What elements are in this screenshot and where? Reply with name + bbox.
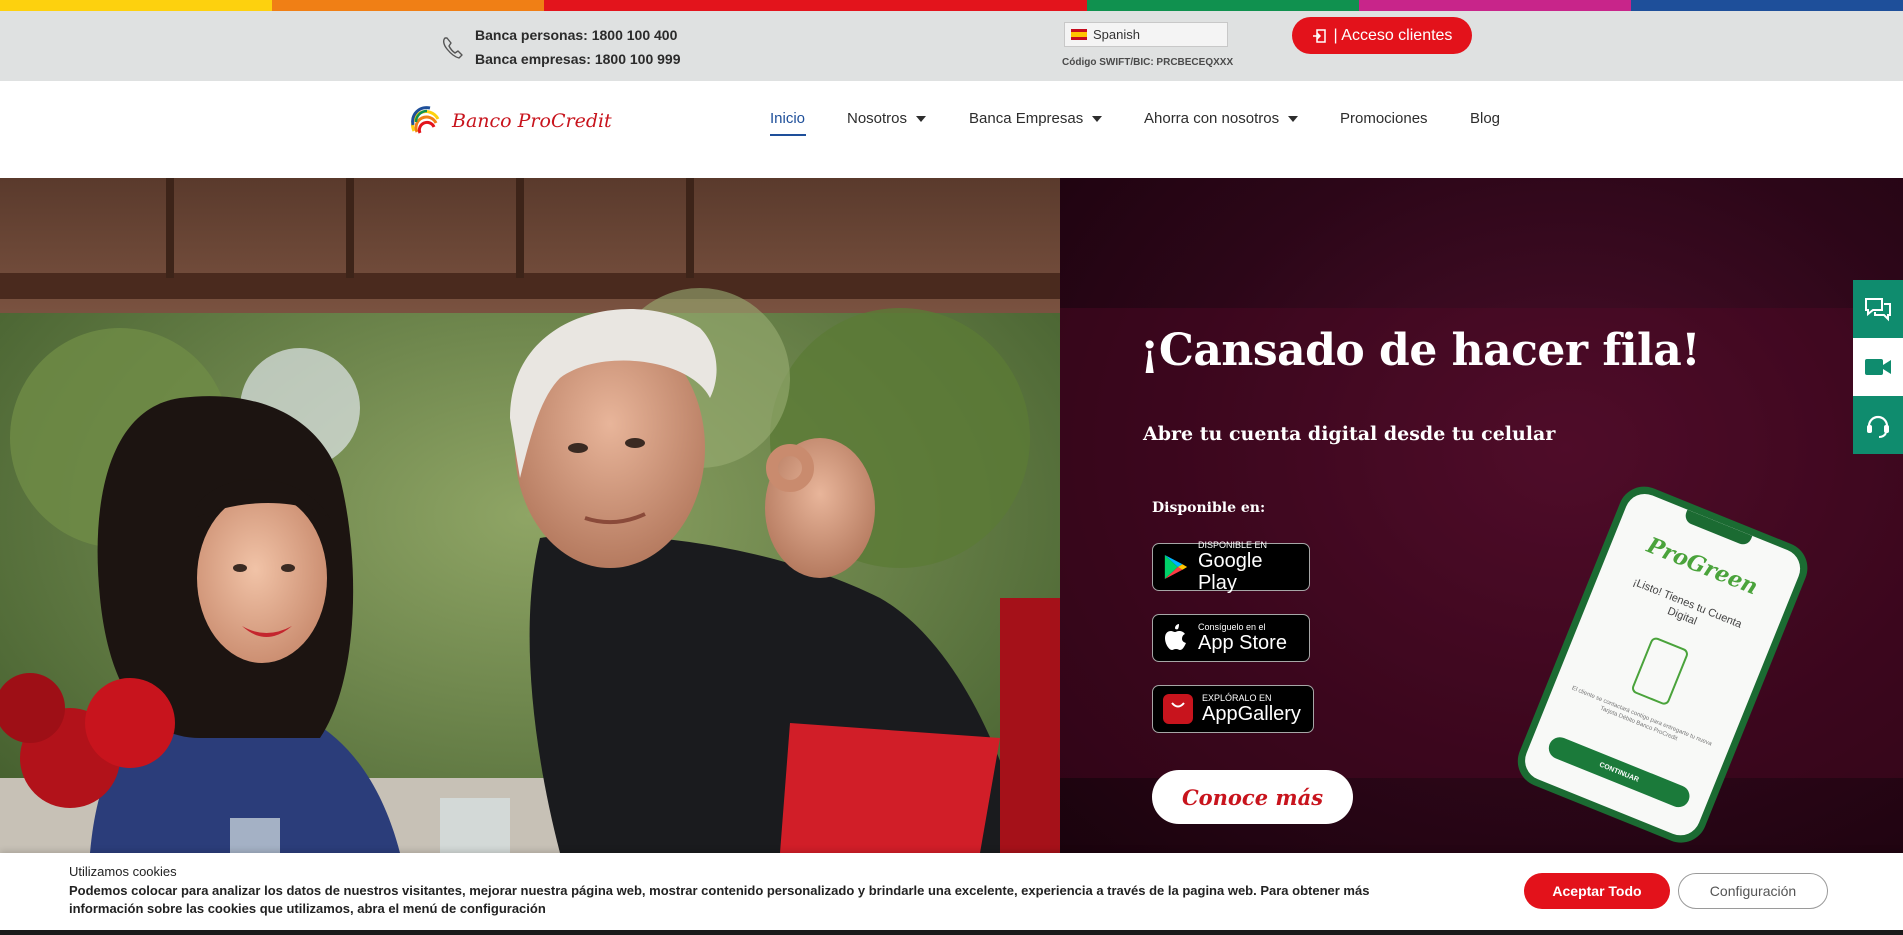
google-play-badge[interactable]: DISPONIBLE EN Google Play xyxy=(1152,540,1310,594)
learn-more-button[interactable]: Conoce más xyxy=(1152,770,1353,824)
phone-continue-button: CONTINUAR xyxy=(1545,733,1693,811)
support-widget-button[interactable] xyxy=(1853,396,1903,454)
nav-item-blog[interactable]: Blog xyxy=(1470,110,1500,127)
cookie-text: Podemos colocar para analizar los datos … xyxy=(69,883,1370,916)
cookie-title: Utilizamos cookies xyxy=(69,864,177,879)
available-label: Disponible en: xyxy=(1152,500,1266,516)
phone-illustration-icon xyxy=(1630,635,1690,707)
nav-label: Banca Empresas xyxy=(969,110,1084,127)
apple-icon xyxy=(1165,624,1186,650)
hero-banner: ¡Cansado de hacer fila! Abre tu cuenta d… xyxy=(0,178,1903,853)
badge-big-text: Google Play xyxy=(1197,550,1263,594)
nav-item-ahorra[interactable]: Ahorra con nosotros xyxy=(1144,110,1299,127)
caret-down-icon xyxy=(1092,115,1103,122)
phone-icon xyxy=(442,37,463,59)
cookie-config-button[interactable]: Configuración xyxy=(1678,873,1828,909)
nav-label: Blog xyxy=(1470,110,1501,127)
badge-small-text: Consíguelo en el xyxy=(1198,622,1266,632)
cookie-consent-bar: Utilizamos cookies Podemos colocar para … xyxy=(0,853,1903,930)
video-camera-icon xyxy=(1865,359,1891,375)
top-bar: Banca personas: 1800 100 400 Banca empre… xyxy=(0,11,1903,81)
nav-item-inicio[interactable]: Inicio xyxy=(770,110,805,127)
logo-text: Banco ProCredit xyxy=(452,110,612,132)
chat-widget-button[interactable] xyxy=(1853,280,1903,338)
headset-icon xyxy=(1867,415,1889,438)
video-call-button[interactable] xyxy=(1853,338,1903,396)
nav-label: Ahorra con nosotros xyxy=(1144,110,1280,127)
customers-photo-illustration xyxy=(0,178,1060,853)
bank-logo[interactable]: Banco ProCredit xyxy=(410,105,612,137)
caret-down-icon xyxy=(1288,115,1299,122)
badge-small-text: EXPLÓRALO EN xyxy=(1202,693,1272,703)
active-nav-indicator xyxy=(770,134,806,136)
login-icon xyxy=(1312,28,1326,43)
badge-big-text: App Store xyxy=(1198,632,1287,654)
nav-item-banca-empresas[interactable]: Banca Empresas xyxy=(969,110,1103,127)
phone-personas: Banca personas: 1800 100 400 xyxy=(475,27,678,43)
hero-title: ¡Cansado de hacer fila! xyxy=(1140,325,1701,376)
phone-empresas: Banca empresas: 1800 100 999 xyxy=(475,51,681,67)
huawei-icon xyxy=(1163,694,1193,724)
spain-flag-icon xyxy=(1071,29,1087,40)
app-store-badge[interactable]: Consíguelo en el App Store xyxy=(1152,614,1310,662)
page: Banca personas: 1800 100 400 Banca empre… xyxy=(0,0,1903,935)
hero-photo xyxy=(0,178,1060,853)
procredit-logo-icon xyxy=(411,106,440,134)
client-access-label: | Acceso clientes xyxy=(1333,26,1453,44)
brand-color-stripe xyxy=(0,0,1903,11)
main-navigation: Banco ProCredit Inicio Nosotros Banca Em… xyxy=(0,81,1903,178)
swift-code: Código SWIFT/BIC: PRCBECEQXXX xyxy=(1062,57,1234,68)
badge-small-text: DISPONIBLE EN xyxy=(1197,540,1267,550)
bottom-strip xyxy=(0,930,1903,935)
app-gallery-badge[interactable]: EXPLÓRALO EN AppGallery xyxy=(1152,685,1314,733)
nav-label: Nosotros xyxy=(847,110,908,127)
language-select[interactable]: Spanish xyxy=(1064,22,1228,47)
hero-subtitle: Abre tu cuenta digital desde tu celular xyxy=(1143,423,1556,445)
caret-down-icon xyxy=(916,115,927,122)
chat-icon xyxy=(1865,298,1891,322)
language-label: Spanish xyxy=(1093,27,1140,42)
nav-item-promociones[interactable]: Promociones xyxy=(1340,110,1428,127)
google-play-icon xyxy=(1164,554,1188,580)
nav-label: Promociones xyxy=(1340,110,1428,127)
accept-all-button[interactable]: Aceptar Todo xyxy=(1524,873,1670,909)
badge-big-text: AppGallery xyxy=(1202,703,1301,725)
nav-item-nosotros[interactable]: Nosotros xyxy=(847,110,927,127)
nav-label: Inicio xyxy=(770,110,806,127)
client-access-button[interactable]: | Acceso clientes xyxy=(1292,17,1472,54)
